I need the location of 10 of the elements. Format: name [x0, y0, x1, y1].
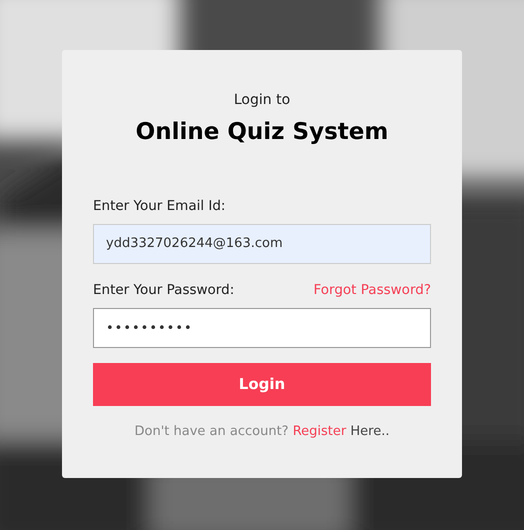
- email-label: Enter Your Email Id:: [93, 198, 226, 214]
- register-prompt: Don't have an account? Register Here..: [134, 423, 390, 441]
- forgot-password-link[interactable]: Forgot Password?: [314, 280, 431, 300]
- login-button[interactable]: Login: [93, 363, 431, 406]
- subtitle: Login to: [232, 91, 292, 110]
- title: Online Quiz System: [134, 118, 390, 147]
- register-link[interactable]: Register: [292, 424, 346, 439]
- email-field[interactable]: ydd3327026244@163.com: [93, 224, 431, 264]
- password-label: Enter Your Password:: [93, 280, 234, 300]
- password-field[interactable]: ••••••••••: [93, 308, 431, 348]
